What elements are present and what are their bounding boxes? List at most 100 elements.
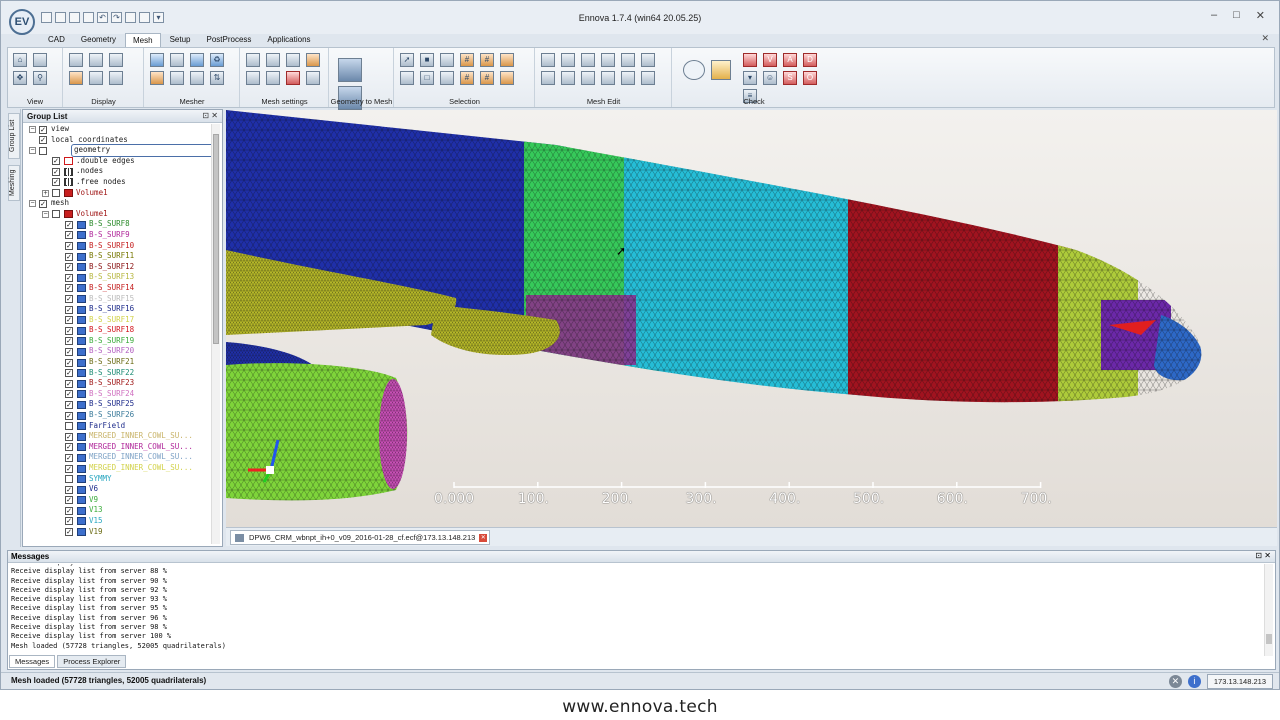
edit-swap-icon[interactable]: [581, 53, 595, 67]
tree-item[interactable]: ✓ B-S_SURF12: [25, 262, 211, 273]
tree-item[interactable]: ✓ B-S_SURF16: [25, 304, 211, 315]
tree-item[interactable]: ✓ MERGED_INNER_COWL_SU...: [25, 452, 211, 463]
check-orientation-icon[interactable]: O: [803, 71, 817, 85]
visibility-checkbox[interactable]: [39, 146, 47, 155]
tree-item[interactable]: ✓ MERGED_INNER_COWL_SU...: [25, 431, 211, 442]
zoom-icon[interactable]: ⚲: [33, 71, 47, 85]
edit-flip-icon[interactable]: [621, 71, 635, 85]
tree-item[interactable]: ✓ local coordinates: [25, 135, 211, 146]
tree-item[interactable]: ✓ V6: [25, 484, 211, 495]
visibility-checkbox[interactable]: ✓: [65, 242, 73, 251]
close-window-button[interactable]: ✕: [1256, 9, 1265, 22]
visibility-checkbox[interactable]: ✓: [65, 284, 73, 293]
select-box-icon[interactable]: ■: [420, 53, 434, 67]
select-volume-icon[interactable]: #: [480, 71, 494, 85]
tab-postprocess[interactable]: PostProcess: [199, 33, 258, 47]
tree-item[interactable]: ✓ MERGED_INNER_COWL_SU...: [25, 463, 211, 474]
settings-grid-icon[interactable]: [246, 53, 260, 67]
tree-item[interactable]: ✓ B-S_SURF22: [25, 368, 211, 379]
tree-item[interactable]: − ✓ mesh: [25, 198, 211, 209]
edit-move-icon[interactable]: [621, 53, 635, 67]
extrude-icon[interactable]: [170, 71, 184, 85]
panel-controls[interactable]: ⊡ ✕: [1255, 551, 1271, 560]
tree-item[interactable]: ✓ B-S_SURF19: [25, 336, 211, 347]
select-line-icon[interactable]: [440, 71, 454, 85]
messages-scrollbar[interactable]: [1264, 564, 1273, 656]
tree-item[interactable]: ✓ B-S_SURF11: [25, 251, 211, 262]
tree-item[interactable]: ✓ MERGED_INNER_COWL_SU...: [25, 442, 211, 453]
visibility-checkbox[interactable]: ✓: [65, 358, 73, 367]
edit-split-icon[interactable]: [541, 53, 555, 67]
display-cube-icon[interactable]: [69, 53, 83, 67]
tree-item[interactable]: ✓ V19: [25, 527, 211, 538]
tab-cad[interactable]: CAD: [41, 33, 72, 47]
pan-icon[interactable]: ✥: [13, 71, 27, 85]
tree-item[interactable]: ✓ B-S_SURF25: [25, 399, 211, 410]
tree-item[interactable]: − Volume1: [25, 209, 211, 220]
check-quality-icon[interactable]: [743, 53, 757, 67]
check-more-icon[interactable]: ▾: [743, 71, 757, 85]
tab-messages[interactable]: Messages: [9, 655, 56, 668]
tree-item[interactable]: ✓ V9: [25, 495, 211, 506]
tree-item[interactable]: ✓ B-S_SURF17: [25, 315, 211, 326]
tree-item[interactable]: ✓ B-S_SURF21: [25, 357, 211, 368]
tree-item[interactable]: ✓ B-S_SURF20: [25, 346, 211, 357]
wireframe-icon[interactable]: [109, 71, 123, 85]
edit-extrude-icon[interactable]: [641, 71, 655, 85]
visibility-checkbox[interactable]: ✓: [65, 252, 73, 261]
geometry-to-mesh-icon[interactable]: [338, 58, 362, 82]
settings-nodes-icon[interactable]: [266, 53, 280, 67]
tree-item[interactable]: SYMMY: [25, 474, 211, 485]
3d-viewport[interactable]: ➚ 0.000 100. 200. 300. 400. 500. 600. 700.: [226, 110, 1277, 527]
tree-item[interactable]: ✓ B-S_SURF23: [25, 378, 211, 389]
transparency-icon[interactable]: [89, 71, 103, 85]
scrollbar-thumb[interactable]: [213, 134, 219, 344]
display-grid-icon[interactable]: [109, 53, 123, 67]
tree-item[interactable]: − geometry: [25, 144, 211, 157]
visibility-checkbox[interactable]: ✓: [65, 316, 73, 325]
expand-toggle-icon[interactable]: −: [29, 200, 36, 208]
visibility-checkbox[interactable]: ✓: [65, 295, 73, 303]
visibility-checkbox[interactable]: ✓: [65, 443, 73, 452]
visibility-checkbox[interactable]: ✓: [65, 464, 73, 473]
view-axes-icon[interactable]: [33, 53, 47, 67]
info-icon[interactable]: i: [1187, 675, 1201, 688]
expand-toggle-icon[interactable]: −: [42, 210, 49, 218]
visibility-checkbox[interactable]: ✓: [65, 485, 73, 494]
visibility-checkbox[interactable]: ✓: [65, 220, 73, 229]
recycle-icon[interactable]: ♻: [210, 53, 224, 67]
select-grid-icon[interactable]: #: [460, 71, 474, 85]
tree-item[interactable]: ✓ B-S_SURF18: [25, 325, 211, 336]
hybrid-mesh-icon[interactable]: [190, 53, 204, 67]
visibility-checkbox[interactable]: ✓: [65, 400, 73, 409]
ribbon-close-icon[interactable]: ✕: [1261, 33, 1269, 44]
visibility-checkbox[interactable]: ✓: [65, 305, 73, 314]
visibility-checkbox[interactable]: ✓: [65, 517, 73, 526]
visibility-checkbox[interactable]: ✓: [65, 432, 73, 441]
volume-mesh-icon[interactable]: [170, 53, 184, 67]
check-aspect-ratio-icon[interactable]: A: [783, 53, 797, 67]
boundary-layer-icon[interactable]: [150, 71, 164, 85]
settings-edges-icon[interactable]: [286, 53, 300, 67]
tree-item[interactable]: ✓ B-S_SURF14: [25, 283, 211, 294]
scrollbar-thumb[interactable]: [1266, 634, 1272, 644]
tree-item[interactable]: ✓ B-S_SURF26: [25, 410, 211, 421]
group-list-scrollbar[interactable]: [211, 124, 220, 544]
tree-item[interactable]: ✓ B-S_SURF10: [25, 241, 211, 252]
side-tab-meshing[interactable]: Meshing: [8, 165, 20, 201]
visibility-checkbox[interactable]: ✓: [65, 273, 73, 282]
sort-icon[interactable]: ⇅: [210, 71, 224, 85]
stop-icon[interactable]: ✕: [1168, 675, 1182, 688]
visibility-checkbox[interactable]: [52, 189, 60, 198]
tree-item[interactable]: ✓ V13: [25, 505, 211, 516]
select-rect-icon[interactable]: □: [420, 71, 434, 85]
visibility-checkbox[interactable]: ✓: [65, 528, 73, 537]
edit-collapse-icon[interactable]: [561, 53, 575, 67]
surface-mesh-icon[interactable]: [150, 53, 164, 67]
visibility-checkbox[interactable]: ✓: [52, 157, 60, 166]
expand-toggle-icon[interactable]: −: [29, 147, 36, 155]
tree-item[interactable]: ✓ .nodes: [25, 166, 211, 177]
visibility-checkbox[interactable]: [65, 475, 73, 484]
edit-project-icon[interactable]: [581, 71, 595, 85]
tree-item[interactable]: ✓ V15: [25, 516, 211, 527]
